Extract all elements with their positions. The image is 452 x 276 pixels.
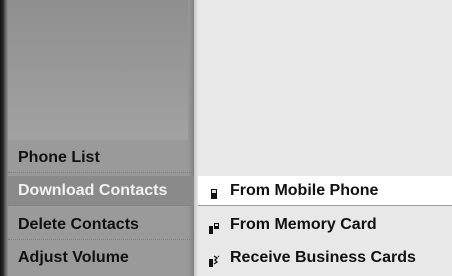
menu-item-download-contacts[interactable]: Download Contacts [8,176,194,206]
menu-item-delete-contacts[interactable]: Delete Contacts [8,210,194,240]
menu-item-phone-list[interactable]: Phone List [8,143,194,173]
submenu-item-label: Receive Business Cards [230,249,416,266]
menu-panel-shade [8,0,194,140]
submenu-item-from-memory-card[interactable]: From Memory Card [198,210,452,240]
mobile-phone-icon [208,183,220,199]
submenu-item-receive-business-cards[interactable]: Receive Business Cards [198,243,452,273]
bluetooth-cards-icon [208,250,220,267]
submenu-item-from-mobile-phone[interactable]: From Mobile Phone [198,176,452,206]
memory-card-icon [208,217,220,234]
menu-item-adjust-volume[interactable]: Adjust Volume [8,243,194,273]
submenu-item-label: From Mobile Phone [230,181,379,199]
submenu-item-label: From Memory Card [230,216,377,233]
screen-bezel-edge [0,0,8,276]
